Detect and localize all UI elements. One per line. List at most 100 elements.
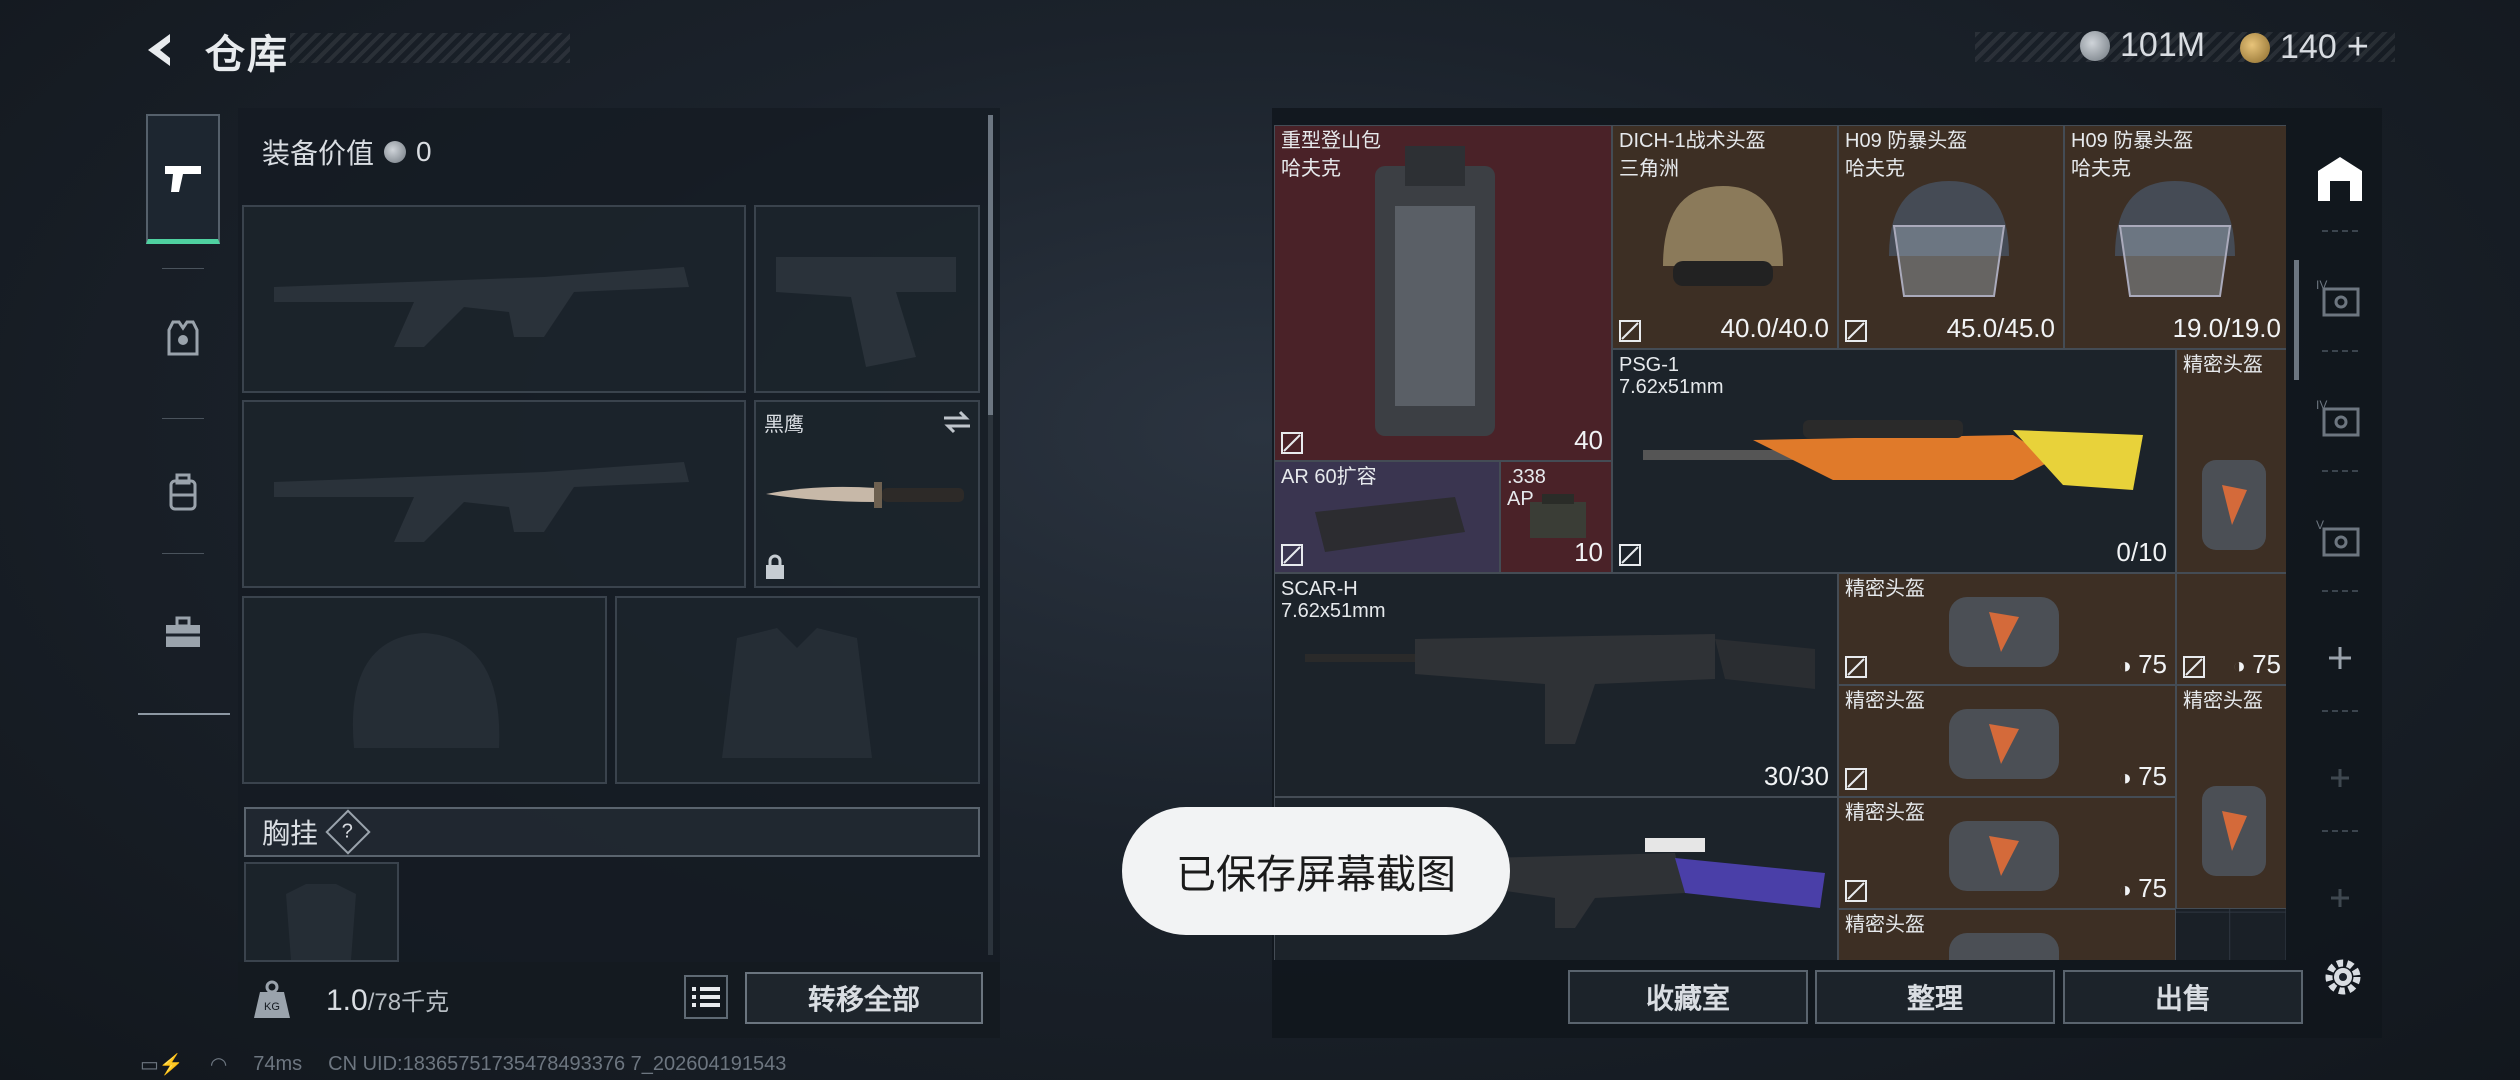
item-count: 10 [1574,537,1603,567]
stash-page-locked[interactable]: IV [2312,270,2368,326]
category-equipment[interactable] [146,273,220,403]
stash-item[interactable]: AR 60扩容 [1274,461,1500,573]
list-view-button[interactable] [684,975,728,1019]
transfer-all-button[interactable]: 转移全部 [745,972,983,1024]
stash-page-main[interactable] [2312,150,2368,206]
item-brand: 哈夫克 [1281,158,1341,180]
collection-room-button[interactable]: 收藏室 [1568,970,1808,1024]
add-currency-icon[interactable]: + [2347,26,2369,69]
no-insure-icon [1281,544,1303,566]
secondary-weapon-slot[interactable] [242,400,746,588]
item-name: 精密头盔 [1845,690,1925,712]
equipment-value: 装备价值 0 [262,132,432,172]
shield-icon: ◑ [2118,653,2139,678]
pistol-silhouette-icon [776,257,956,367]
battery-icon: ▭⚡ [140,1054,184,1076]
currency-coins-value: 101M [2120,26,2206,64]
sort-button[interactable]: 整理 [1815,970,2055,1024]
stash-item[interactable]: 精密头盔 ◑ 75 [1838,573,2176,685]
helmet-icon [1949,597,2059,667]
no-insure-icon [1845,880,1867,902]
gear-icon[interactable] [2318,952,2368,1002]
category-case[interactable] [146,568,220,698]
chest-rig-slot[interactable] [244,862,399,962]
item-armor-class: ◑ 75 [2118,649,2167,679]
item-name: DICH-1战术头盔 [1619,130,1766,152]
stash-item[interactable]: ◑ 75 [2176,573,2286,685]
status-bar: ▭⚡ ◠ 74ms CN UID:18365751735478493376 7_… [140,1052,786,1077]
no-insure-icon [2183,656,2205,678]
category-divider [162,268,204,269]
helmet-silhouette-icon [352,633,500,748]
stash-item[interactable]: H09 防暴头盔 哈夫克 45.0/45.0 [1838,125,2064,349]
item-armor-class: ◑ 75 [2118,873,2167,903]
stash-item[interactable]: 精密头盔 ◑ 75 [1838,797,2176,909]
shield-icon: ◑ [2118,877,2139,902]
item-name: .338 [1507,466,1546,488]
sell-button[interactable]: 出售 [2063,970,2303,1024]
no-insure-icon [1845,768,1867,790]
divider [2322,590,2358,592]
stash-item[interactable]: 精密头盔 [2176,349,2286,573]
no-insure-icon [1619,544,1641,566]
sidearm-slot[interactable] [754,205,980,393]
helmet-slot[interactable] [242,596,607,784]
magazine-icon [1315,497,1465,552]
add-page-button[interactable] [2312,630,2368,686]
category-backpack[interactable] [146,428,220,558]
plus-icon [2329,647,2351,669]
locked-expansion-icon: V [2316,518,2360,557]
item-capacity: 40 [1574,425,1603,455]
item-durability: 40.0/40.0 [1720,313,1829,343]
shield-icon: ◑ [2118,765,2139,790]
currency-premium[interactable]: 140 + [2240,26,2369,69]
armor-slot[interactable] [615,596,980,784]
stash-item[interactable]: 精密头盔 [2176,685,2286,909]
stash-item[interactable]: PSG-1 7.62x51mm 0/10 [1612,349,2176,573]
item-durability: 19.0/19.0 [2172,313,2281,343]
helmet-icon [1949,709,2059,779]
stash-item[interactable]: .338 AP 10 [1500,461,1612,573]
riot-helmet-icon [1889,181,2009,297]
item-name: AR 60扩容 [1281,466,1377,488]
shield-icon: ◑ [2232,653,2253,678]
add-page-button[interactable] [2312,750,2368,806]
chest-rig-header: 胸挂 ? [244,807,980,857]
stash-item[interactable]: SCAR-H 7.62x51mm 30/30 [1274,573,1838,797]
vest-icon [167,320,199,356]
item-ammo: 30/30 [1763,761,1829,791]
stash-item[interactable]: DICH-1战术头盔 三角洲 40.0/40.0 [1612,125,1838,349]
stash-item[interactable]: H09 防暴头盔 哈夫克 19.0/19.0 [2064,125,2286,349]
no-insure-icon [1281,432,1303,454]
help-icon[interactable]: ? [325,809,371,855]
primary-weapon-slot[interactable] [242,205,746,393]
back-button[interactable] [135,25,185,75]
currency-premium-value: 140 [2280,28,2337,66]
pistol-icon [165,165,201,192]
stash-page-locked[interactable]: V [2312,510,2368,566]
uid-text: CN UID:18365751735478493376 7_2026041915… [328,1053,787,1075]
sniper-rifle-icon [1643,420,2143,490]
currency-coins: 101M [2080,26,2205,65]
helmet-icon [1949,933,2059,960]
add-page-button[interactable] [2312,870,2368,926]
carry-weight-max: /78千克 [367,989,450,1016]
locked-expansion-icon: IV [2316,278,2360,317]
stash-page-locked[interactable]: IV [2312,390,2368,446]
item-durability: 45.0/45.0 [1946,313,2055,343]
stash-item[interactable]: 精密头盔 ◑ 75 [1838,685,2176,797]
stash-item[interactable]: 重型登山包 哈夫克 40 [1274,125,1612,461]
item-name: 精密头盔 [2183,354,2263,376]
scrollbar-thumb[interactable] [988,115,993,415]
knife-icon [766,482,964,508]
no-insure-icon [1845,320,1867,342]
item-armor-class: ◑ 75 [2232,649,2281,679]
category-weapons[interactable] [146,114,220,244]
stash-item[interactable]: 精密头盔 [1838,909,2176,960]
melee-slot[interactable]: 黑鹰 [754,400,980,588]
armor-silhouette-icon [722,628,872,758]
stash-scrollbar-thumb[interactable] [2294,260,2299,380]
item-name: 精密头盔 [1845,802,1925,824]
carry-weight: 1.0/78千克 [326,982,449,1018]
weight-icon: KG [254,980,290,1018]
